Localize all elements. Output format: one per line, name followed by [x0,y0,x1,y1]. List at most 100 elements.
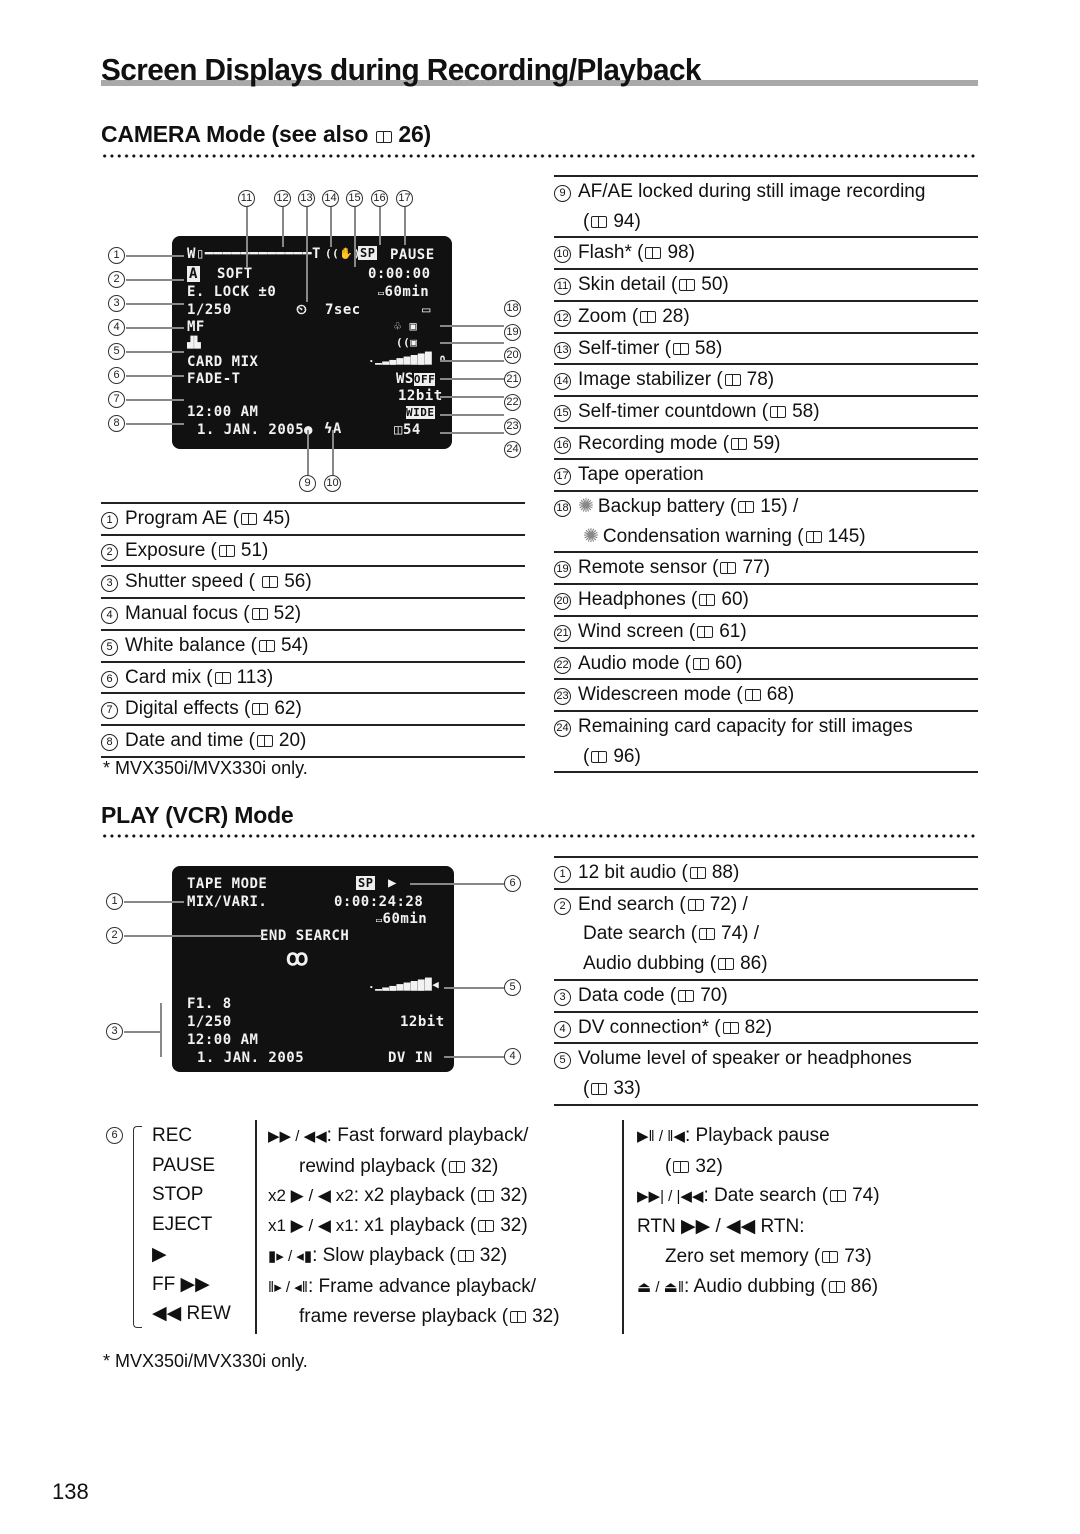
audio-mode: 12bit [400,1014,445,1030]
tape-operation-label: PAUSE [390,247,435,263]
playback-ops-list: ▶▶ / ◀◀: Fast forward playback/ rewind p… [268,1121,560,1332]
camera-mode-heading: CAMERA Mode (see also 26) [101,121,432,147]
list-item: 16 Recording mode (59) [554,429,978,461]
camera-right-list: 9 AF/AE locked during still image recordi… [554,175,978,774]
callout-19: 19 [504,324,521,341]
leader-line [330,207,332,247]
card-mix-label: CARD MIX [187,354,259,370]
list-item: 20 Headphones (60) [554,585,978,617]
book-icon [510,1311,527,1324]
book-icon [720,562,737,575]
callout-13: 13 [298,190,315,207]
play-icon: ▶ [388,875,397,891]
book-icon [731,437,748,450]
leader-line [306,207,308,302]
book-icon [591,1082,608,1095]
x1-icon: x1 ▶ / ◀ x1 [268,1216,354,1236]
audio-mix-label: MIX/VARI. [187,894,268,910]
list-item: 21 Wind screen (61) [554,617,978,649]
leader-line [440,378,504,380]
playback-op-item: x1 ▶ / ◀ x1: x1 playback (32) [268,1215,528,1237]
callout-17: 17 [396,190,413,207]
rtn-icon: RTN ▶▶ / ◀◀ RTN [637,1216,800,1238]
card-capacity: ◫54 [394,422,421,438]
book-icon [738,501,755,514]
list-item: 5 White balance (54) [101,631,525,663]
play-footnote: * MVX350i/MVX330i only. [103,1351,308,1371]
headphones-volume: .▁▂▃▄▅▆▇█ ∩ [368,352,447,365]
callout-6: 6 [108,367,125,384]
callout-14: 14 [322,190,339,207]
callout-16: 16 [371,190,388,207]
callout-6: 6 [504,875,521,892]
leader-line [444,987,504,989]
list-item: 23 Widescreen mode (68) [554,680,978,712]
leader-line [440,360,504,362]
list-item: 1 Program AE (45) [101,502,525,536]
list-item: 5 Volume level of speaker or headphones(3… [554,1044,978,1106]
list-item: 1 12 bit audio (88) [554,856,978,890]
volume-level: .▁▂▃▄▅▆▇█◀ [368,978,440,991]
leader-line [124,901,184,903]
callout-23: 23 [504,418,521,435]
timecode-label: 0:00:24:28 [334,894,424,910]
leader-line [332,430,334,475]
callout-21: 21 [504,371,521,388]
date-label: 1. JAN. 2005 [197,422,305,438]
time-label: 12:00 AM [187,1032,259,1048]
leader-bracket [160,1003,162,1057]
book-icon [689,867,706,879]
x2-icon: x2 ▶ / ◀ x2 [268,1186,354,1206]
book-icon [478,1190,495,1203]
leader-line [124,1031,162,1033]
leader-line [440,432,504,434]
focus-label: MF [187,319,205,335]
playback-op-item: ⏏ / ⏏‖: Audio dubbing (86) [637,1275,879,1297]
dotted-divider [101,154,978,158]
shutter-label: 1/250 [187,1014,232,1030]
list-item: 24 Remaining card capacity for still imag… [554,712,978,774]
leader-line [126,375,184,377]
playback-op-item: rewind playback (32) [299,1155,499,1177]
book-icon [673,1160,690,1173]
date-label: 1. JAN. 2005 [197,1050,305,1066]
book-icon [770,405,787,418]
list-item: 22 Audio mode (60) [554,649,978,681]
book-icon [251,608,268,621]
book-icon [672,342,689,355]
callout-22: 22 [504,394,521,411]
callout-9: 9 [299,475,316,492]
camera-screen-display: W▯━━━━━━━━━━━━T A SOFT E. LOCK ±0 1/250 … [172,236,452,449]
leader-line [444,1056,504,1058]
book-icon [256,734,273,747]
book-icon [718,958,735,971]
leader-line [404,207,406,245]
leader-line [126,399,184,401]
callout-1: 1 [108,247,125,264]
dotted-divider [101,834,978,838]
self-timer-icon: ⏲ [296,302,308,318]
book-icon [241,513,258,525]
play-mode-heading: PLAY (VCR) Mode [101,802,294,828]
tape-op-item: REC [152,1125,193,1146]
book-icon [699,594,716,607]
zoom-indicator: W▯━━━━━━━━━━━━T [187,246,321,262]
book-icon [645,247,662,260]
book-icon [744,689,761,702]
callout-3: 3 [108,295,125,312]
playback-op-item: RTN ▶▶ / ◀◀ RTN: [637,1216,805,1238]
book-icon [259,639,276,652]
playback-op-item: ▮▸ / ◂▮: Slow playback (32) [268,1244,508,1266]
book-icon [640,310,657,323]
leader-line [440,396,504,398]
callout-2: 2 [106,927,123,944]
leader-line [440,342,504,344]
tape-mode-label: TAPE MODE [187,876,268,892]
list-item: 3 Shutter speed ( 56) [101,567,525,600]
book-icon [448,1160,465,1173]
callout-10: 10 [324,475,341,492]
book-icon [262,576,279,589]
book-icon [214,671,231,684]
list-item: 13 Self-timer (58) [554,334,978,366]
book-icon [699,928,716,941]
